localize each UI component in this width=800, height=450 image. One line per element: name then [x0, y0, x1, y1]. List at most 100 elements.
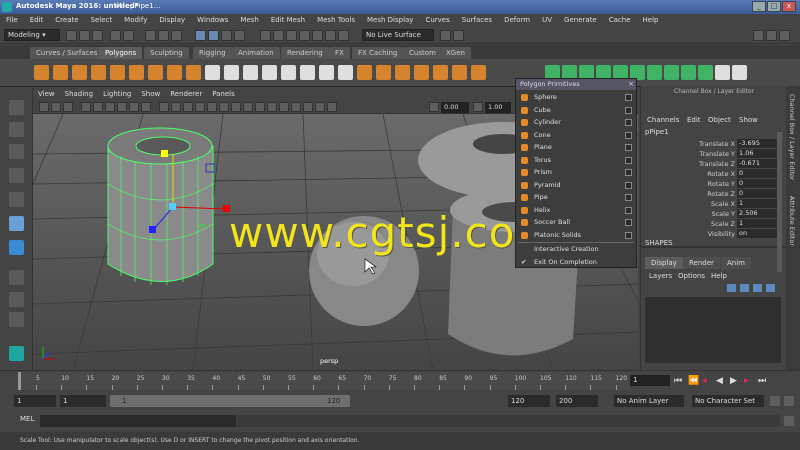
exposure-field[interactable]: 0.00 — [441, 102, 469, 113]
attribute-value[interactable]: -0.671 — [737, 159, 777, 168]
attribute-name[interactable]: Translate Z — [699, 159, 735, 169]
poly-cone-icon[interactable] — [91, 65, 106, 80]
option-box-icon[interactable] — [625, 206, 632, 214]
primitive-torus[interactable]: Torus — [516, 154, 636, 166]
menu-file[interactable]: File — [0, 14, 24, 27]
bevel-icon[interactable] — [452, 65, 467, 80]
layer-tab-anim[interactable]: Anim — [721, 257, 751, 269]
viewport-menu-shading[interactable]: Shading — [60, 89, 98, 100]
menu-mesh[interactable]: Mesh — [234, 14, 264, 27]
history-icon[interactable] — [260, 30, 271, 41]
attribute-value[interactable]: 1.06 — [737, 149, 777, 158]
extrude-icon[interactable] — [376, 65, 391, 80]
channel-menu-edit[interactable]: Edit — [687, 116, 701, 124]
attribute-value[interactable]: 1 — [737, 199, 777, 208]
snap-curve-icon[interactable] — [208, 30, 219, 41]
current-time-marker[interactable] — [18, 372, 21, 390]
last-tool-icon[interactable] — [9, 240, 24, 255]
attribute-name[interactable]: Scale Z — [711, 219, 735, 229]
script-editor-icon[interactable] — [784, 416, 794, 426]
single-perspective-layout-icon[interactable] — [9, 270, 24, 285]
mirror-icon[interactable] — [338, 65, 353, 80]
xray-components-icon[interactable] — [327, 102, 337, 112]
anim-layer-dropdown[interactable]: No Anim Layer — [614, 395, 684, 407]
option-box-icon[interactable] — [625, 106, 632, 114]
bridge-icon[interactable] — [357, 65, 372, 80]
layer-menu-options[interactable]: Options — [678, 272, 705, 280]
gate-mask-icon[interactable] — [117, 102, 127, 112]
option-interactive-creation[interactable]: Interactive Creation — [516, 243, 636, 255]
side-tab-attribute-editor[interactable]: Attribute Editor — [788, 196, 796, 246]
live-surface-field[interactable]: No Live Surface — [362, 29, 434, 41]
menu-windows[interactable]: Windows — [191, 14, 234, 27]
select-component-icon[interactable] — [171, 30, 182, 41]
option-exit-on-completion[interactable]: ✔ Exit On Completion — [516, 256, 636, 268]
menu-modify[interactable]: Modify — [118, 14, 153, 27]
attribute-name[interactable]: Translate Y — [699, 149, 735, 159]
wireframe-icon[interactable] — [159, 102, 169, 112]
poly-platonic-icon[interactable] — [167, 65, 182, 80]
use-all-lights-icon[interactable] — [231, 102, 241, 112]
option-box-icon[interactable] — [625, 194, 632, 201]
option-box-icon[interactable] — [625, 181, 632, 189]
menu-curves[interactable]: Curves — [419, 14, 455, 27]
redo-icon[interactable] — [123, 30, 134, 41]
boolean-difference-icon[interactable] — [300, 65, 315, 80]
snap-grid-icon[interactable] — [195, 30, 206, 41]
render-settings-icon[interactable] — [325, 30, 336, 41]
safe-action-icon[interactable] — [141, 102, 151, 112]
layer-list[interactable] — [645, 297, 781, 363]
viewport-menu-panels[interactable]: Panels — [207, 89, 240, 100]
depth-of-field-icon[interactable] — [291, 102, 301, 112]
option-box-icon[interactable] — [625, 231, 632, 239]
snap-point-icon[interactable] — [221, 30, 232, 41]
popup-close-icon[interactable]: × — [628, 80, 634, 88]
menu-create[interactable]: Create — [49, 14, 84, 27]
menu-edit[interactable]: Edit — [24, 14, 50, 27]
field-chart-icon[interactable] — [129, 102, 139, 112]
motion-blur-icon[interactable] — [267, 102, 277, 112]
go-to-start-icon[interactable]: ⏮ — [674, 376, 688, 386]
use-default-material-icon[interactable] — [183, 102, 193, 112]
resolution-gate-icon[interactable] — [105, 102, 115, 112]
mel-label[interactable]: MEL — [20, 415, 34, 423]
outliner-layout-icon[interactable] — [9, 312, 24, 327]
image-plane-icon[interactable] — [63, 102, 73, 112]
smooth-icon[interactable] — [262, 65, 277, 80]
menu-deform[interactable]: Deform — [498, 14, 536, 27]
attribute-value[interactable]: 0 — [737, 179, 777, 188]
select-object-icon[interactable] — [158, 30, 169, 41]
move-layer-up-icon[interactable] — [753, 284, 762, 292]
primitive-sphere[interactable]: Sphere — [516, 91, 636, 103]
render-frame-icon[interactable] — [299, 30, 310, 41]
play-forwards-icon[interactable]: ▶ — [730, 376, 744, 386]
gamma-icon[interactable] — [473, 102, 483, 112]
step-back-frame-icon[interactable]: ◂ — [702, 376, 716, 386]
shelf-tab-polygons[interactable]: Polygons — [99, 47, 143, 59]
playback-end-field[interactable]: 120 — [508, 395, 550, 407]
shelf-tab-fx-caching[interactable]: FX Caching — [352, 47, 404, 59]
shelf-tab-rendering[interactable]: Rendering — [281, 47, 329, 59]
menu-mesh-tools[interactable]: Mesh Tools — [311, 14, 361, 27]
poly-sphere-icon[interactable] — [34, 65, 49, 80]
cut-uv-icon[interactable] — [647, 65, 662, 80]
menu-edit-mesh[interactable]: Edit Mesh — [265, 14, 311, 27]
attribute-value[interactable]: 0 — [737, 189, 777, 198]
shelf-tab-sculpting[interactable]: Sculpting — [144, 47, 189, 59]
boolean-union-icon[interactable] — [281, 65, 296, 80]
play-backwards-icon[interactable]: ◀ — [716, 376, 730, 386]
primitive-cone[interactable]: Cone — [516, 129, 636, 141]
select-hierarchy-icon[interactable] — [145, 30, 156, 41]
unfold-icon[interactable] — [681, 65, 696, 80]
channel-menu-show[interactable]: Show — [739, 116, 758, 124]
mel-input[interactable] — [40, 415, 236, 427]
save-scene-icon[interactable] — [92, 30, 103, 41]
snap-view-plane-icon[interactable] — [234, 30, 245, 41]
shelf-tab-curves-surfaces[interactable]: Curves / Surfaces — [30, 47, 104, 59]
attribute-name[interactable]: Translate X — [699, 139, 735, 149]
transfer-icon[interactable] — [732, 65, 747, 80]
character-set-dropdown[interactable]: No Character Set — [692, 395, 764, 407]
primitive-cube[interactable]: Cube — [516, 104, 636, 116]
hypershade-icon[interactable] — [338, 30, 349, 41]
primitive-soccer-ball[interactable]: Soccer Ball — [516, 216, 636, 228]
